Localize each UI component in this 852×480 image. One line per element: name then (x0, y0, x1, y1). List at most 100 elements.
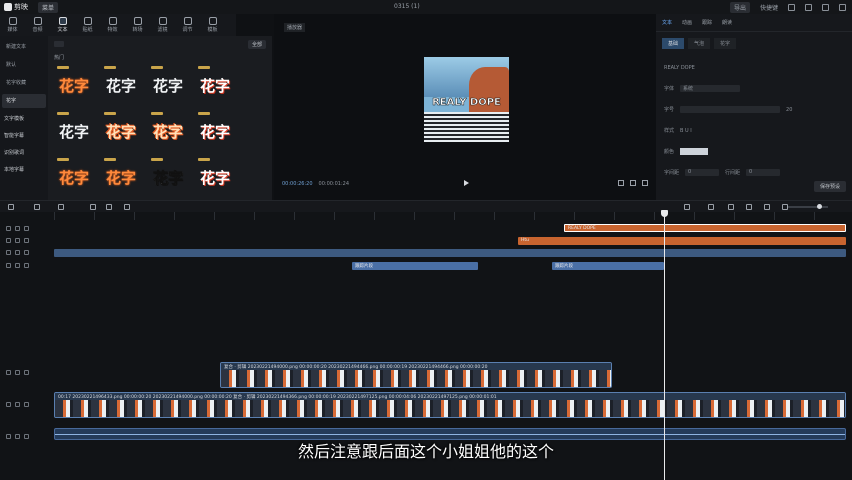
mute-icon[interactable] (24, 238, 29, 243)
fit-icon[interactable] (764, 204, 770, 210)
fullscreen-icon[interactable] (642, 180, 648, 186)
sidebar-item-default[interactable]: 默认 (2, 58, 46, 72)
fancy-text-tile[interactable]: 花字 (54, 157, 94, 197)
lock-icon[interactable] (6, 238, 11, 243)
tool-text[interactable]: 文本 (50, 14, 75, 36)
line-spacing-input[interactable]: 0 (746, 169, 781, 176)
text-clip[interactable]: REALY DOPE (564, 224, 846, 232)
export-button[interactable]: 导出 (729, 2, 750, 13)
tool-adjust[interactable]: 调节 (175, 14, 200, 36)
fancy-text-tile[interactable]: 花字 (101, 111, 141, 151)
subtab-basic[interactable]: 基础 (662, 38, 685, 49)
layout-icon[interactable] (788, 4, 795, 11)
split-icon[interactable] (90, 204, 96, 210)
font-select[interactable]: 系统 (680, 85, 741, 92)
ratio-icon[interactable] (630, 180, 636, 186)
compound-clip-upper[interactable]: 复合 · 剪辑 20230221494000.png 00:00:00:20 2… (220, 362, 612, 388)
tab-animation[interactable]: 动画 (682, 19, 692, 26)
text-content-field[interactable]: REALY DOPE (664, 65, 852, 71)
preview-axis-icon[interactable] (746, 204, 752, 210)
size-slider[interactable] (680, 106, 781, 113)
eye-icon[interactable] (15, 402, 20, 407)
lock-icon[interactable] (6, 370, 11, 375)
main-video-track[interactable]: 00:17 20230221496433.png 00:00:00:20 202… (54, 392, 846, 418)
tab-tracking[interactable]: 跟踪 (702, 19, 712, 26)
style-buttons[interactable]: B U I (680, 128, 692, 134)
subtab-fancy[interactable]: 花字 (714, 38, 737, 49)
eye-icon[interactable] (15, 263, 20, 268)
cursor-icon[interactable] (8, 204, 14, 210)
zoom-slider[interactable] (788, 204, 828, 209)
tool-sticker[interactable]: 贴纸 (75, 14, 100, 36)
tab-reading[interactable]: 朗读 (722, 19, 732, 26)
lock-icon[interactable] (6, 263, 11, 268)
maximize-icon[interactable] (822, 4, 829, 11)
lock-icon[interactable] (6, 250, 11, 255)
tool-template[interactable]: 模板 (200, 14, 225, 36)
subtab-bubble[interactable]: 气泡 (688, 38, 711, 49)
delete-icon[interactable] (124, 204, 130, 210)
size-value[interactable]: 20 (786, 107, 792, 113)
tab-text[interactable]: 文本 (662, 19, 672, 26)
play-icon[interactable] (464, 180, 469, 186)
fancy-text-tile[interactable]: 花字 (101, 65, 141, 105)
sidebar-item-favorites[interactable]: 花字收藏 (2, 76, 46, 90)
microphone-icon[interactable] (684, 204, 690, 210)
sidebar-item-fancy-text[interactable]: 花字 (2, 94, 46, 108)
frame-title-text[interactable]: REALY DOPE (426, 97, 507, 109)
sidebar-item-auto-captions[interactable]: 智能字幕 (0, 129, 48, 142)
fancy-text-tile[interactable]: 花字 (195, 65, 235, 105)
fancy-text-tile[interactable]: 花字 (54, 65, 94, 105)
snap-icon[interactable] (728, 204, 734, 210)
sticker-clip[interactable]: 跟踪片段 (352, 262, 478, 270)
fancy-text-tile[interactable]: 花字 (148, 157, 188, 197)
fancy-text-tile[interactable]: 花字 (195, 157, 235, 197)
tool-effects[interactable]: 特效 (100, 14, 125, 36)
link-icon[interactable] (708, 204, 714, 210)
sidebar-item-local-captions[interactable]: 本地字幕 (0, 163, 48, 176)
mute-icon[interactable] (24, 263, 29, 268)
tool-transition[interactable]: 转场 (125, 14, 150, 36)
download-icon[interactable] (54, 41, 64, 47)
letter-spacing-input[interactable]: 0 (685, 169, 720, 176)
tool-audio[interactable]: 音频 (25, 14, 50, 36)
close-icon[interactable] (839, 4, 846, 11)
sticker-clip[interactable]: 跟踪片段 (552, 262, 664, 270)
zoom-knob[interactable] (817, 204, 822, 209)
eye-icon[interactable] (15, 238, 20, 243)
eye-icon[interactable] (15, 250, 20, 255)
playhead-handle[interactable] (661, 210, 668, 217)
fancy-text-tile[interactable]: 花字 (54, 111, 94, 151)
lock-icon[interactable] (6, 226, 11, 231)
mute-icon[interactable] (24, 226, 29, 231)
sidebar-item-new-text[interactable]: 新建文本 (2, 40, 46, 54)
save-preset-button[interactable]: 保存预设 (813, 181, 846, 192)
color-swatch[interactable] (680, 148, 709, 155)
mute-icon[interactable] (24, 250, 29, 255)
crop-icon[interactable] (618, 180, 624, 186)
redo-icon[interactable] (58, 204, 64, 210)
tool-media[interactable]: 媒体 (0, 14, 25, 36)
split-left-icon[interactable] (106, 204, 112, 210)
sidebar-item-lyrics[interactable]: 识别歌词 (0, 146, 48, 159)
mute-icon[interactable] (24, 370, 29, 375)
eye-icon[interactable] (15, 226, 20, 231)
text-clip[interactable] (54, 249, 846, 257)
fancy-text-tile[interactable]: 花字 (195, 111, 235, 151)
shortcut-button[interactable]: 快捷键 (760, 3, 778, 12)
filter-dropdown[interactable]: 全部 (247, 39, 266, 49)
menu-button[interactable]: 菜单 (38, 1, 59, 13)
lock-icon[interactable] (6, 402, 11, 407)
sidebar-item-text-template[interactable]: 文字模板 (0, 112, 48, 125)
fancy-text-tile[interactable]: 花字 (101, 157, 141, 197)
preview-frame[interactable]: REALY DOPE (424, 57, 509, 142)
text-clip[interactable]: Htu (518, 237, 846, 245)
mute-icon[interactable] (24, 402, 29, 407)
fancy-text-tile[interactable]: 花字 (148, 65, 188, 105)
tool-filter[interactable]: 滤镜 (150, 14, 175, 36)
undo-icon[interactable] (34, 204, 40, 210)
time-ruler[interactable] (54, 212, 852, 220)
fancy-text-tile[interactable]: 花字 (148, 111, 188, 151)
eye-icon[interactable] (15, 370, 20, 375)
minimize-icon[interactable] (805, 4, 812, 11)
